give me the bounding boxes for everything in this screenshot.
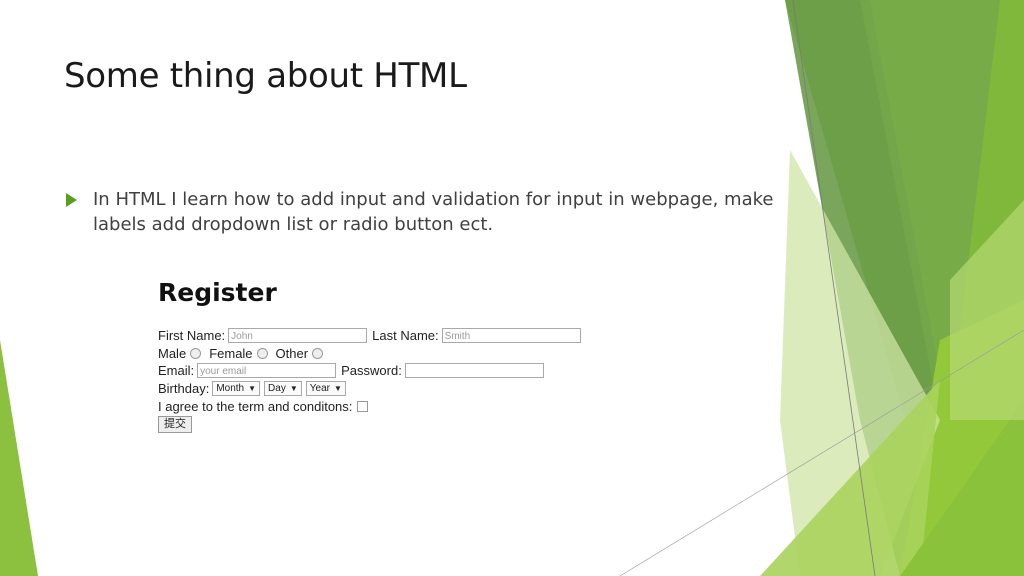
email-row: Email: your email Password: bbox=[158, 363, 544, 378]
year-select-value: Year bbox=[309, 383, 330, 394]
name-row: First Name: John Last Name: Smith bbox=[158, 328, 581, 343]
chevron-down-icon: ▼ bbox=[333, 384, 342, 393]
password-label: Password: bbox=[341, 363, 402, 378]
gender-male-radio[interactable] bbox=[190, 348, 202, 359]
password-input[interactable] bbox=[404, 363, 544, 378]
submit-row: 提交 bbox=[158, 416, 192, 433]
last-name-label: Last Name: bbox=[372, 328, 439, 343]
agree-label: I agree to the term and conditons: bbox=[158, 399, 353, 414]
gender-other-label: Other bbox=[275, 346, 309, 361]
birthday-label: Birthday: bbox=[158, 381, 210, 396]
slide-bullet-text: In HTML I learn how to add input and val… bbox=[93, 189, 774, 235]
slide-title: Some thing about HTML bbox=[64, 56, 467, 96]
day-select[interactable]: Day ▼ bbox=[264, 381, 302, 396]
gender-female-label: Female bbox=[209, 346, 253, 361]
gender-female-radio[interactable] bbox=[256, 348, 268, 359]
day-select-value: Day bbox=[268, 383, 286, 394]
register-form-screenshot: Register First Name: John Last Name: Smi… bbox=[150, 272, 600, 442]
email-label: Email: bbox=[158, 363, 195, 378]
agree-row: I agree to the term and conditons: bbox=[158, 399, 369, 414]
gender-male-label: Male bbox=[158, 346, 187, 361]
first-name-input[interactable]: John bbox=[228, 328, 368, 343]
chevron-down-icon: ▼ bbox=[248, 384, 257, 393]
gender-other-radio[interactable] bbox=[312, 348, 324, 359]
left-green-strip bbox=[0, 340, 38, 576]
first-name-label: First Name: bbox=[158, 328, 226, 343]
month-select[interactable]: Month ▼ bbox=[212, 381, 261, 396]
year-select[interactable]: Year ▼ bbox=[305, 381, 346, 396]
month-select-value: Month bbox=[216, 383, 245, 394]
birthday-row: Birthday: Month ▼ Day ▼ Year ▼ bbox=[158, 381, 350, 396]
submit-button[interactable]: 提交 bbox=[158, 416, 192, 433]
last-name-input[interactable]: Smith bbox=[441, 328, 581, 343]
email-input[interactable]: your email bbox=[197, 363, 337, 378]
chevron-down-icon: ▼ bbox=[289, 384, 298, 393]
agree-checkbox[interactable] bbox=[357, 401, 369, 412]
bullet-arrow-icon bbox=[66, 193, 77, 207]
gender-row: Male Female Other bbox=[158, 346, 331, 361]
register-heading: Register bbox=[158, 278, 277, 307]
